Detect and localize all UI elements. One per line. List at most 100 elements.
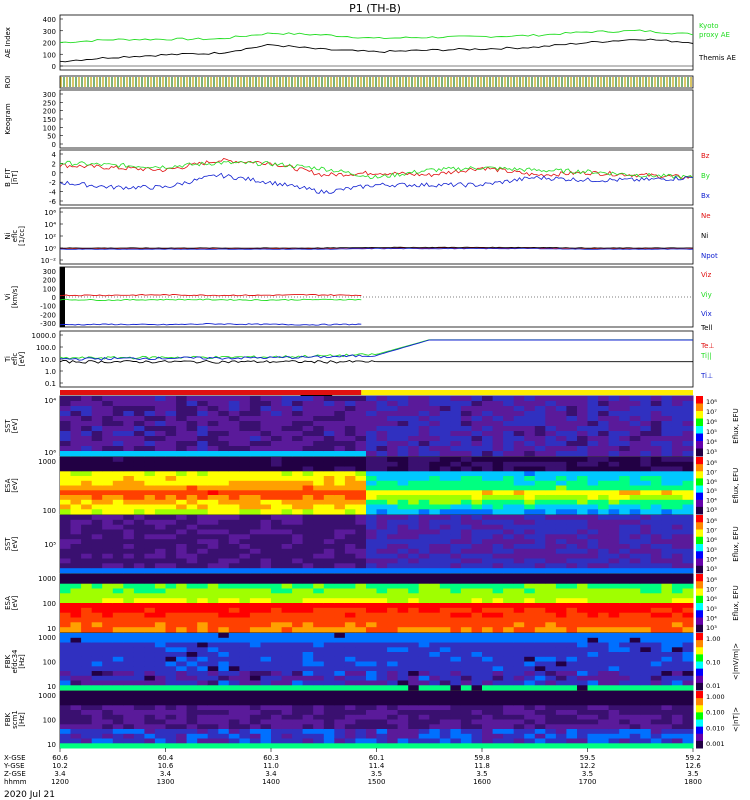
esa-ion-spectrogram-cell: [555, 461, 567, 467]
sst-electron-spectrogram-cell: [292, 558, 304, 564]
esa-electron-spectrogram-cell: [260, 583, 272, 589]
fbk-efield-spectrogram-cell: [450, 675, 462, 681]
esa-electron-spectrogram-cell: [619, 603, 631, 609]
esa-electron-spectrogram-cell: [439, 603, 451, 609]
esa-ion-spectrogram-cell: [587, 490, 599, 496]
esa-electron-spectrogram-cell: [376, 574, 388, 580]
sst-electron-spectrogram-cell: [123, 539, 135, 545]
sst-ion-spectrogram-cell: [640, 436, 652, 442]
fbk-efield-spectrogram-cell: [429, 661, 441, 667]
fbk-bfield-spectrogram-cell: [102, 733, 114, 739]
fbk-bfield-spectrogram-cell: [355, 724, 367, 730]
fbk-efield-spectrogram-cell: [598, 680, 610, 686]
esa-electron-spectrogram-cell: [165, 617, 177, 623]
esa-electron-spectrogram-cell: [397, 607, 409, 613]
esa-electron-spectrogram-cell: [376, 583, 388, 589]
sst-ion-spectrogram-cell: [418, 441, 430, 447]
esa-ion-spectrogram-cell: [566, 485, 578, 491]
esa-electron-spectrogram-cell: [81, 593, 93, 599]
fbk-bfield-spectrogram-cell: [186, 714, 198, 720]
sst-ion-spectrogram-cell: [460, 396, 472, 402]
fbk-bfield-spectrogram-cell: [112, 733, 124, 739]
sst-ion-spectrogram-cell: [534, 401, 546, 407]
esa-electron-spectrogram-cell: [102, 593, 114, 599]
sst-ion-spectrogram-cell: [460, 436, 472, 442]
sst-ion-spectrogram-cell: [471, 411, 483, 417]
fbk-efield-spectrogram-cell: [429, 642, 441, 648]
sst-ion-spectrogram-cell: [102, 416, 114, 422]
sst-electron-spectrogram-cell: [408, 563, 420, 569]
sst-ion-spectrogram-cell: [239, 396, 251, 402]
esa-ion-spectrogram-cell: [207, 504, 219, 510]
fbk-efield-spectrogram-colorbar-segment: [696, 633, 703, 641]
fbk-bfield-spectrogram-cell: [397, 738, 409, 744]
fbk-bfield-spectrogram-colorbar-segment: [696, 719, 703, 728]
sst-electron-spectrogram-cell: [186, 515, 198, 521]
sst-electron-spectrogram-cell: [587, 548, 599, 554]
fbk-efield-spectrogram-cell: [471, 685, 483, 691]
sst-electron-spectrogram-cell: [207, 515, 219, 521]
esa-ion-spectrogram-cell: [239, 461, 251, 467]
fbk-efield-spectrogram-cell: [323, 675, 335, 681]
esa-electron-spectrogram-cell: [228, 598, 240, 604]
esa-electron-spectrogram-cell: [524, 607, 536, 613]
sst-electron-spectrogram-cell: [587, 563, 599, 569]
sst-ion-spectrogram-cell: [165, 401, 177, 407]
sst-ion-spectrogram-cell: [123, 436, 135, 442]
esa-electron-spectrogram-cell: [492, 617, 504, 623]
fbk-efield-spectrogram-cell: [587, 647, 599, 653]
sst-ion-spectrogram-cell: [60, 396, 71, 402]
sst-electron-spectrogram-cell: [524, 568, 536, 574]
esa-ion-spectrogram-cell: [186, 471, 198, 477]
fbk-efield-spectrogram-cell: [133, 642, 145, 648]
fbk-bfield-spectrogram-cell: [408, 710, 420, 716]
esa-electron-spectrogram-cell: [81, 617, 93, 623]
fbk-bfield-spectrogram-cell: [207, 743, 219, 749]
esa-ion-spectrogram-cell: [408, 509, 420, 515]
sst-electron-spectrogram-cell: [207, 544, 219, 550]
sst-ion-spectrogram-cell: [91, 446, 103, 452]
sst-ion-spectrogram-cell: [524, 401, 536, 407]
sst-electron-spectrogram-cell: [186, 558, 198, 564]
fbk-efield-spectrogram-cell: [366, 680, 377, 686]
esa-electron-spectrogram-cell: [460, 612, 472, 618]
fbk-efield-spectrogram-cell: [334, 671, 346, 677]
fbk-efield-spectrogram-cell: [123, 647, 135, 653]
esa-ion-spectrogram-cell: [207, 499, 219, 505]
esa-electron-spectrogram-cell: [397, 583, 409, 589]
esa-electron-spectrogram-cell: [577, 612, 588, 618]
sst-electron-spectrogram-cell: [513, 544, 525, 550]
fbk-efield-spectrogram-cell: [577, 666, 588, 672]
esa-electron-spectrogram-cell: [503, 617, 515, 623]
fbk-efield-spectrogram-cell: [640, 675, 652, 681]
sst-ion-spectrogram-cell: [91, 401, 103, 407]
fbk-efield-spectrogram-cell: [640, 685, 652, 691]
fbk-efield-spectrogram-cell: [629, 680, 641, 686]
fbk-efield-spectrogram-cell: [619, 642, 631, 648]
sst-ion-spectrogram-cell: [450, 436, 462, 442]
sst-electron-spectrogram-cell: [598, 563, 610, 569]
esa-ion-spectrogram-cell: [133, 509, 145, 515]
fbk-efield-spectrogram-cell: [165, 642, 177, 648]
fbk-bfield-spectrogram-cell: [112, 724, 124, 730]
fbk-efield-spectrogram-cell: [176, 647, 188, 653]
esa-electron-spectrogram-cell: [228, 622, 240, 628]
fbk-bfield-spectrogram-cell: [366, 695, 377, 701]
sst-electron-spectrogram-cell: [629, 563, 641, 569]
fbk-efield-spectrogram-cell: [154, 675, 166, 681]
fbk-efield-spectrogram-cell: [376, 652, 388, 658]
esa-ion-spectrogram-cell: [439, 509, 451, 515]
fbk-bfield-spectrogram-cell: [228, 743, 240, 749]
fbk-efield-spectrogram-cell: [629, 661, 641, 667]
fbk-efield-spectrogram-cell: [566, 666, 578, 672]
sst-ion-spectrogram-y-tick: 10⁶: [44, 449, 56, 457]
sst-electron-spectrogram-cell: [355, 563, 367, 569]
sst-electron-spectrogram-cell: [671, 548, 683, 554]
fbk-bfield-spectrogram-cell: [260, 733, 272, 739]
fbk-bfield-spectrogram-cell: [619, 705, 631, 711]
sst-electron-spectrogram-cell: [418, 519, 430, 525]
esa-electron-spectrogram-cell: [482, 617, 493, 623]
esa-electron-spectrogram-cell: [154, 603, 166, 609]
fbk-bfield-spectrogram-cell: [513, 705, 525, 711]
esa-electron-spectrogram-cell: [197, 603, 209, 609]
